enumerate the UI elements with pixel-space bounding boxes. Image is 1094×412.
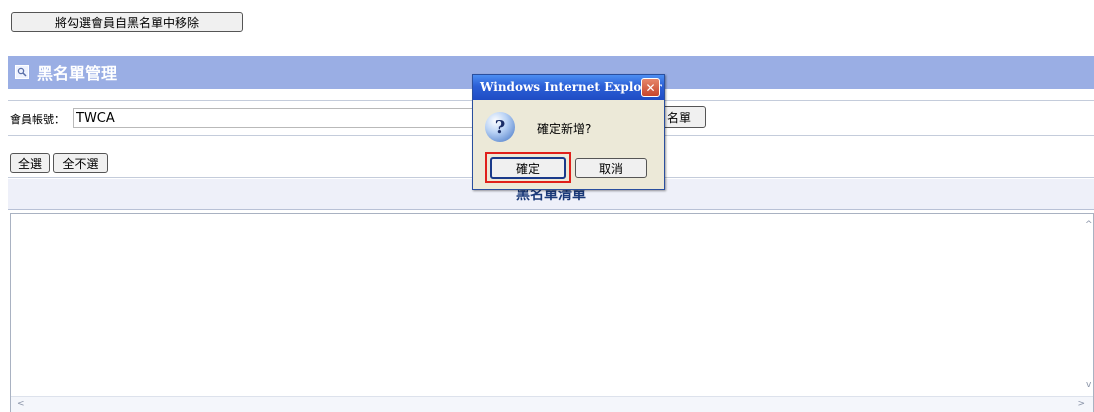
remove-from-blacklist-button[interactable]: 將勾選會員自黑名單中移除 [11,12,243,32]
dialog-message: 確定新增? [537,122,592,136]
scroll-up-icon[interactable]: ^ [1085,220,1093,230]
cancel-button[interactable]: 取消 [575,158,647,178]
scroll-down-icon[interactable]: v [1086,380,1091,390]
close-icon[interactable]: ✕ [641,78,660,97]
blacklist-list[interactable] [10,213,1094,412]
question-icon: ? [485,112,515,142]
panel-title: 黑名單管理 [37,64,118,83]
scroll-left-icon[interactable]: < [17,399,25,409]
magnify-icon [15,65,29,79]
select-none-button[interactable]: 全不選 [53,153,108,173]
scroll-right-icon[interactable]: > [1077,399,1085,409]
account-label: 會員帳號： [10,113,65,126]
ok-button[interactable]: 確定 [490,157,566,179]
account-input[interactable] [73,108,478,128]
select-all-button[interactable]: 全選 [10,153,50,173]
dialog-title: Windows Internet Explorer [480,80,662,94]
horizontal-scrollbar[interactable]: < > [11,396,1093,412]
